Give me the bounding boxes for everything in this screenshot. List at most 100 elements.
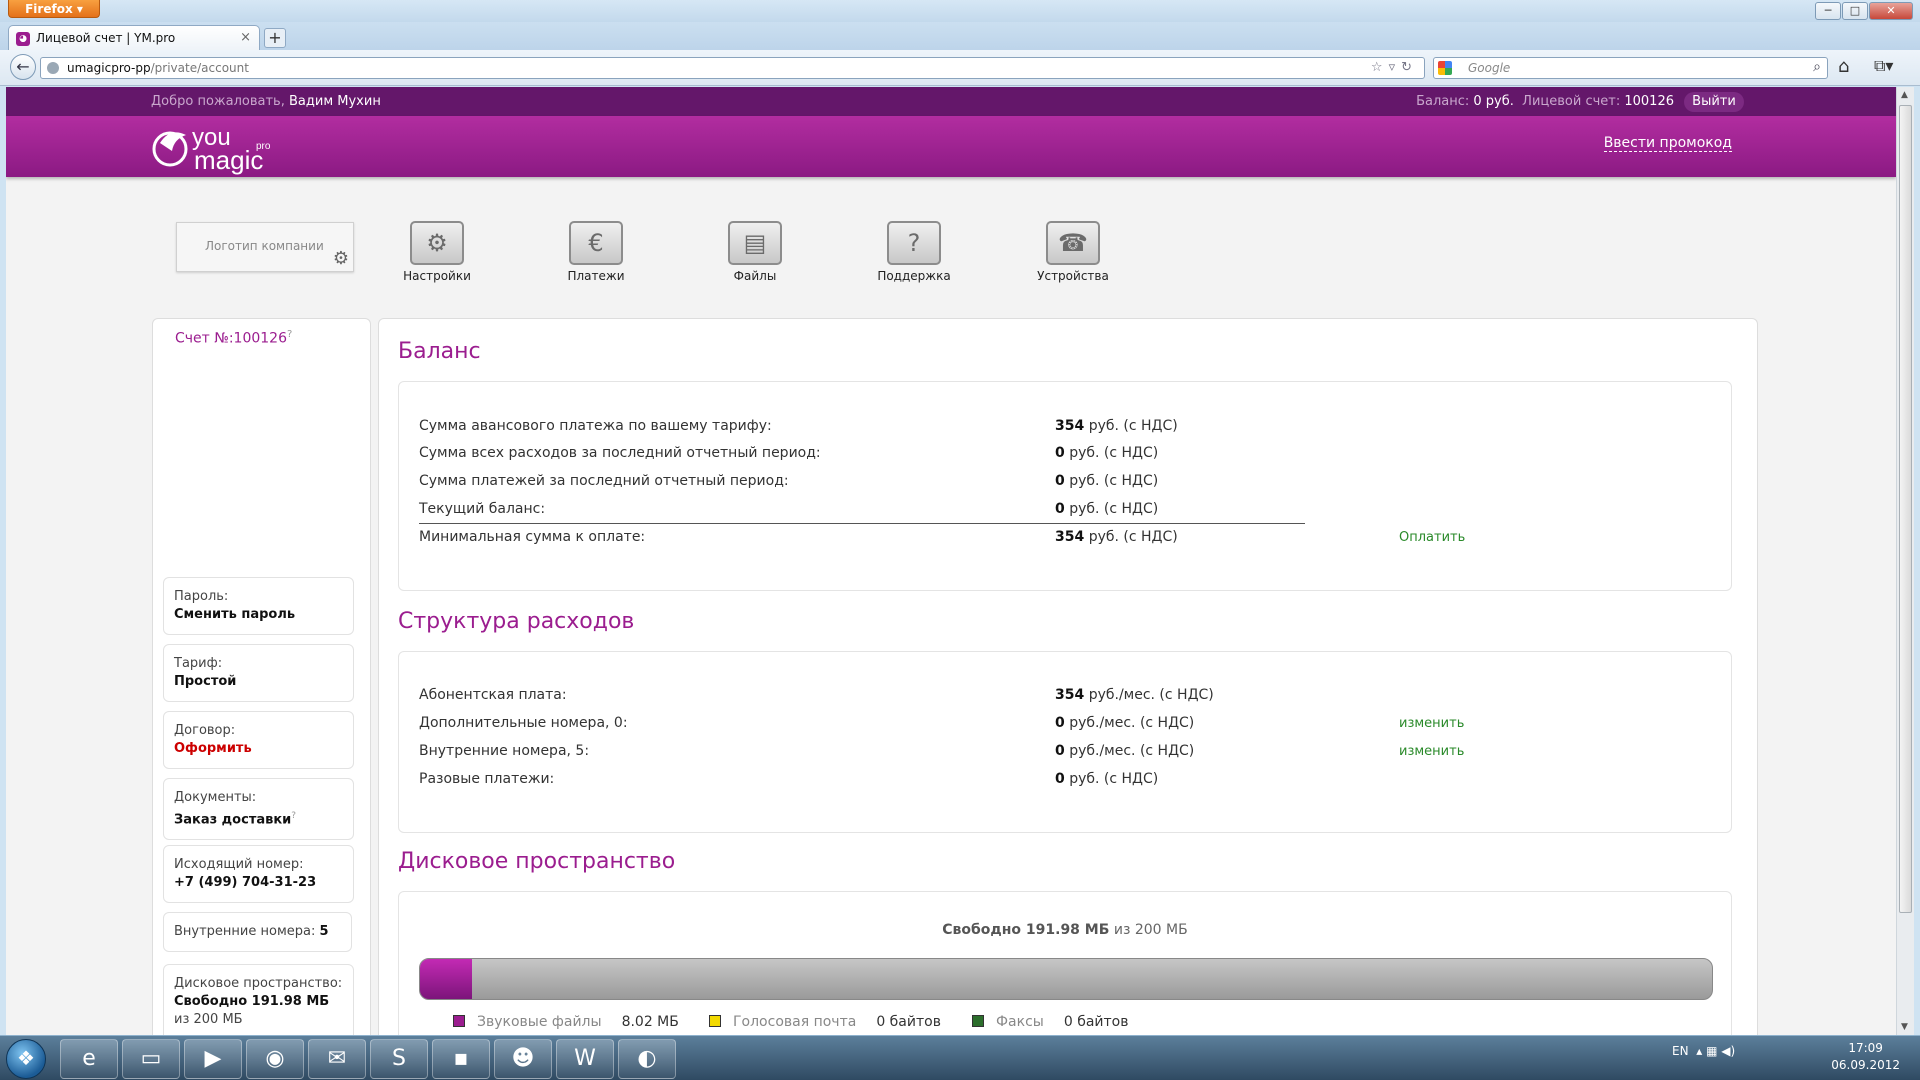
- promo-code-link[interactable]: Ввести промокод: [1603, 135, 1732, 152]
- pay-link[interactable]: Оплатить: [1399, 530, 1465, 545]
- internal-numbers-fee-label: Внутренние номера, 5:: [419, 743, 590, 759]
- expenses-card: Абонентская плата: 354 руб./мес. (с НДС)…: [398, 651, 1732, 833]
- windows-taskbar: e ▭ ▶ ◉ ✉ S ▪ ☻ W ◐ EN ▴ ▦ ◀) 17:09 06.0…: [0, 1035, 1920, 1080]
- contract-link[interactable]: Оформить: [174, 740, 343, 758]
- balance-label: Баланс:: [1416, 94, 1470, 109]
- disk-free-line: Свободно 191.98 МБ из 200 МБ: [399, 922, 1731, 938]
- tab-title: Лицевой счет | YM.pro: [36, 31, 176, 45]
- tariff-value[interactable]: Простой: [174, 673, 343, 691]
- fax-size: 0 байтов: [1063, 1014, 1129, 1030]
- minimize-button[interactable]: ─: [1815, 2, 1841, 20]
- taskbar-clock[interactable]: 17:09 06.09.2012: [1831, 1040, 1900, 1074]
- skype-icon[interactable]: S: [370, 1039, 428, 1079]
- tray-arrow-icon[interactable]: ▴: [1696, 1044, 1702, 1058]
- scroll-down-icon[interactable]: ▼: [1901, 1022, 1908, 1032]
- change-extra-numbers-link[interactable]: изменить: [1399, 716, 1464, 731]
- nav-support-label: Поддержка: [877, 269, 951, 283]
- network-icon[interactable]: ▦: [1706, 1044, 1717, 1058]
- payments-total-label: Сумма платежей за последний отчетный пер…: [419, 473, 789, 489]
- min-payment-value: 354 руб. (с НДС): [1055, 529, 1178, 545]
- browser-tab-active[interactable]: ◕ Лицевой счет | YM.pro ×: [8, 25, 260, 51]
- advance-payment-unit: руб. (с НДС): [1088, 418, 1178, 434]
- maximize-button[interactable]: □: [1842, 2, 1868, 20]
- advance-payment-amount: 354: [1055, 418, 1085, 434]
- github-icon[interactable]: ☻: [494, 1039, 552, 1079]
- nav-payments[interactable]: € Платежи: [541, 221, 651, 283]
- nav-support[interactable]: ? Поддержка: [859, 221, 969, 283]
- back-button[interactable]: ←: [10, 54, 36, 80]
- order-delivery-link[interactable]: Заказ доставки: [174, 812, 291, 827]
- logo-text-pro: pro: [256, 141, 271, 152]
- support-question-icon: ?: [887, 221, 941, 265]
- firefox-menu-button[interactable]: Firefox ▾: [8, 0, 100, 18]
- url-bar[interactable]: umagicpro-pp/private/account ☆▿↻: [40, 57, 1425, 79]
- firefox-icon[interactable]: ◉: [246, 1039, 304, 1079]
- volume-icon[interactable]: ◀): [1721, 1044, 1735, 1058]
- subscription-fee-value: 354 руб./мес. (с НДС): [1055, 687, 1214, 703]
- page-scrollbar[interactable]: ▲ ▼: [1896, 87, 1914, 1035]
- site-favicon-icon: ◕: [16, 32, 30, 46]
- terminal-icon[interactable]: ▪: [432, 1039, 490, 1079]
- site-identity-icon[interactable]: [47, 62, 59, 74]
- url-text[interactable]: umagicpro-pp/private/account: [67, 61, 249, 75]
- nav-devices[interactable]: ☎ Устройства: [1018, 221, 1128, 283]
- scrollbar-thumb[interactable]: [1899, 105, 1912, 913]
- min-payment-unit: руб. (с НДС): [1088, 529, 1178, 545]
- devices-phone-icon: ☎: [1046, 221, 1100, 265]
- clock-time: 17:09: [1848, 1041, 1883, 1055]
- balance-divider: [419, 523, 1305, 524]
- dropdown-arrow-icon[interactable]: ▿: [1389, 60, 1402, 75]
- payments-total-value: 0 руб. (с НДС): [1055, 473, 1158, 489]
- search-placeholder: Google: [1468, 61, 1511, 75]
- change-password-link[interactable]: Сменить пароль: [174, 606, 343, 624]
- reload-icon[interactable]: ↻: [1401, 60, 1418, 75]
- disk-space-label: Дисковое пространство:: [174, 976, 343, 991]
- outgoing-number-value[interactable]: +7 (499) 704-31-23: [174, 874, 343, 892]
- legend-faxes: Факсы 0 байтов: [972, 1014, 1128, 1030]
- nav-settings-label: Настройки: [403, 269, 471, 283]
- mail-icon[interactable]: ✉: [308, 1039, 366, 1079]
- disk-usage-bar: [419, 958, 1713, 1000]
- nav-files[interactable]: ▤ Файлы: [700, 221, 810, 283]
- disk-card: Свободно 191.98 МБ из 200 МБ Звуковые фа…: [398, 891, 1732, 1035]
- firefox-menu-label: Firefox: [25, 2, 73, 16]
- start-button[interactable]: [6, 1039, 46, 1079]
- explorer-icon[interactable]: ▭: [122, 1039, 180, 1079]
- close-window-button[interactable]: ✕: [1869, 2, 1913, 20]
- google-logo-icon[interactable]: [1438, 61, 1452, 75]
- scroll-up-icon[interactable]: ▲: [1901, 90, 1908, 100]
- youmagic-logo[interactable]: you magic pro: [152, 121, 302, 175]
- contract-label: Договор:: [174, 723, 236, 738]
- internal-numbers-label: Внутренние номера:: [174, 924, 316, 939]
- site-header: you magic pro Ввести промокод: [6, 116, 1896, 177]
- disk-space-free: Свободно 191.98 МБ: [174, 994, 330, 1009]
- company-logo-placeholder[interactable]: Логотип компании ⚙: [176, 222, 354, 272]
- bookmark-star-icon[interactable]: ☆: [1371, 60, 1389, 75]
- help-icon[interactable]: ?: [287, 329, 292, 340]
- internal-numbers-value[interactable]: 5: [320, 924, 329, 939]
- word-icon[interactable]: W: [556, 1039, 614, 1079]
- account-label: Лицевой счет:: [1522, 94, 1621, 109]
- balance-heading: Баланс: [398, 339, 481, 364]
- gear-icon[interactable]: ⚙: [333, 248, 349, 269]
- ie-icon[interactable]: e: [60, 1039, 118, 1079]
- outgoing-number-label: Исходящий номер:: [174, 857, 304, 872]
- search-icon[interactable]: ⌕: [1813, 59, 1821, 75]
- expenses-total-amount: 0: [1055, 445, 1065, 461]
- addon-menu-icon[interactable]: ⧉▾: [1874, 56, 1893, 76]
- change-internal-numbers-link[interactable]: изменить: [1399, 744, 1464, 759]
- nav-settings[interactable]: ⚙ Настройки: [382, 221, 492, 283]
- password-label: Пароль:: [174, 589, 229, 604]
- new-tab-button[interactable]: +: [264, 28, 286, 48]
- current-balance-amount: 0: [1055, 501, 1065, 517]
- home-icon[interactable]: ⌂: [1838, 56, 1849, 77]
- logout-button[interactable]: Выйти: [1684, 92, 1744, 112]
- help-icon[interactable]: ?: [291, 811, 296, 821]
- tab-close-icon[interactable]: ×: [240, 30, 251, 45]
- language-indicator[interactable]: EN: [1672, 1044, 1689, 1058]
- media-player-icon[interactable]: ▶: [184, 1039, 242, 1079]
- search-bar[interactable]: Google ⌕: [1433, 57, 1828, 79]
- eclipse-icon[interactable]: ◐: [618, 1039, 676, 1079]
- internal-numbers-box: Внутренние номера: 5: [163, 912, 352, 952]
- url-path: /private/account: [150, 61, 249, 75]
